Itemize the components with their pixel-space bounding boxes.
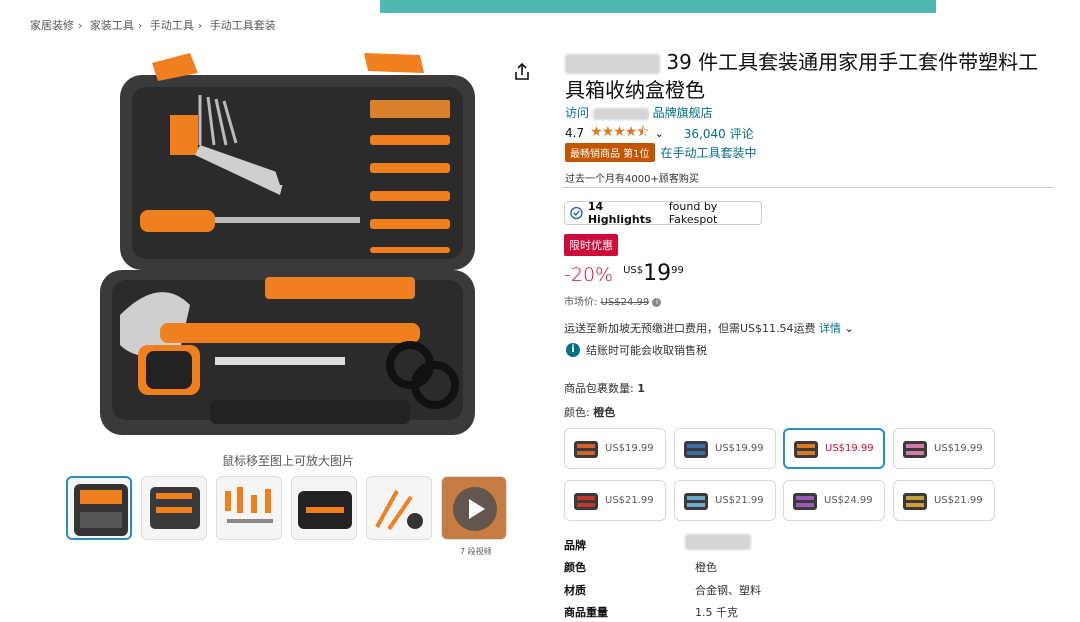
breadcrumb-separator-icon: › — [137, 19, 143, 32]
fakespot-count: 14 Highlights — [587, 200, 652, 226]
discount-percent: -20% — [564, 264, 614, 286]
color-option-price: US$19.99 — [605, 443, 654, 454]
toolkit-thumbnail-icon — [794, 440, 818, 458]
package-quantity-value: 1 — [637, 382, 645, 395]
list-price-value: US$24.99 — [600, 297, 650, 308]
toolkit-thumbnail-icon — [793, 492, 817, 510]
fakespot-suffix: found by Fakespot — [668, 200, 718, 226]
package-quantity-label: 商品包裹数量: — [564, 382, 634, 395]
color-selection-label: 颜色: 橙色 — [564, 404, 615, 420]
color-option-price: US$21.99 — [934, 495, 983, 506]
color-option[interactable]: US$19.99 — [893, 428, 995, 469]
color-option-price: US$19.99 — [934, 443, 983, 454]
share-icon[interactable] — [512, 62, 532, 82]
breadcrumb-item[interactable]: 家装工具 — [90, 19, 134, 32]
spec-value: 合金钢、塑料 — [695, 584, 761, 597]
store-link-suffix: 品牌旗舰店 — [652, 106, 713, 120]
shipping-text: 运送至新加坡无预缴进口费用，但需US$11.54运费 — [564, 322, 816, 335]
redacted-store-name — [592, 107, 649, 120]
color-option-price: US$21.99 — [605, 495, 654, 506]
store-link[interactable]: 访问 品牌旗舰店 — [565, 104, 713, 121]
color-option[interactable]: US$19.99 — [674, 428, 776, 469]
tax-note: i 结账时可能会收取销售税 — [566, 342, 707, 358]
fakespot-highlights-button[interactable]: 14 Highlights found by Fakespot — [564, 200, 762, 226]
spec-key: 商品重量 — [564, 606, 608, 619]
toolkit-thumbnail-icon — [574, 492, 598, 510]
tax-note-text: 结账时可能会收取销售税 — [586, 344, 707, 357]
color-option[interactable]: US$19.99 — [783, 428, 885, 469]
limited-deal-badge: 限时优惠 — [564, 234, 618, 256]
list-price-label: 市场价: — [564, 297, 598, 308]
divider — [563, 187, 1053, 188]
redacted-brand — [565, 53, 660, 74]
best-seller-badge[interactable]: 最畅销商品 第1位 — [565, 143, 655, 162]
breadcrumb: 家居装修 › 家装工具 › 手动工具 › 手动工具套装 — [30, 17, 276, 33]
shipping-info: 运送至新加坡无预缴进口费用，但需US$11.54运费 详情 ⌄ — [564, 320, 854, 336]
color-option[interactable]: US$24.99 — [783, 480, 885, 521]
toolkit-thumbnail-icon — [903, 440, 927, 458]
fakespot-check-icon — [570, 206, 583, 220]
thumbnail-strip — [66, 476, 516, 544]
chevron-down-icon[interactable]: ⌄ — [655, 127, 664, 140]
shipping-details-link[interactable]: 详情 — [819, 322, 841, 335]
bought-past-month: 过去一个月有4000+顾客购买 — [565, 174, 699, 185]
toolkit-thumbnail-icon — [684, 492, 708, 510]
color-option-price: US$21.99 — [715, 495, 764, 506]
rating-value: 4.7 — [565, 126, 585, 140]
price-whole: 19 — [643, 261, 672, 286]
spec-value: 橙色 — [695, 561, 717, 574]
toolkit-thumbnail-icon — [684, 440, 708, 458]
spec-key: 品牌 — [564, 539, 586, 552]
color-option[interactable]: US$21.99 — [893, 480, 995, 521]
best-seller-category-link[interactable]: 在手动工具套装中 — [661, 144, 757, 161]
video-count-label: 7 段视频 — [460, 547, 492, 556]
thumbnail-2[interactable] — [141, 476, 207, 540]
spec-key: 材质 — [564, 584, 586, 597]
promo-banner[interactable] — [380, 0, 936, 13]
breadcrumb-item[interactable]: 手动工具套装 — [210, 19, 276, 32]
store-link-prefix: 访问 — [565, 106, 590, 120]
info-icon[interactable]: i — [652, 297, 662, 307]
spec-value: 1.5 千克 — [695, 606, 738, 619]
color-option-price: US$19.99 — [825, 443, 874, 454]
price-currency: US$ — [623, 265, 644, 276]
list-price: 市场价: US$24.99 i — [564, 293, 662, 308]
color-option-price: US$19.99 — [715, 443, 764, 454]
price-fraction: 99 — [671, 265, 684, 276]
video-thumbnail[interactable] — [441, 476, 507, 540]
chevron-down-icon[interactable]: ⌄ — [845, 322, 854, 335]
toolkit-thumbnail-icon — [574, 440, 598, 458]
color-option[interactable]: US$21.99 — [564, 480, 666, 521]
color-option[interactable]: US$21.99 — [674, 480, 776, 521]
breadcrumb-item[interactable]: 家居装修 — [30, 19, 74, 32]
breadcrumb-item[interactable]: 手动工具 — [150, 19, 194, 32]
toolkit-thumbnail-icon — [903, 492, 927, 510]
thumbnail-5[interactable] — [366, 476, 432, 540]
zoom-hint: 鼠标移至图上可放大图片 — [222, 454, 355, 468]
review-count-link[interactable]: 36,040 评论 — [684, 125, 754, 142]
product-title: 39 件工具套装通用家用手工套件带塑料工具箱收纳盒橙色 — [565, 48, 1055, 104]
thumbnail-1[interactable] — [66, 476, 132, 540]
main-product-image[interactable] — [80, 45, 480, 445]
color-label: 颜色: — [564, 406, 590, 419]
color-option-price: US$24.99 — [824, 495, 873, 506]
rating-row: 4.7 ★★★★⯪ ⌄ 36,040 评论 — [565, 121, 754, 145]
info-icon: i — [566, 343, 580, 357]
breadcrumb-separator-icon: › — [78, 19, 83, 32]
breadcrumb-separator-icon: › — [197, 19, 203, 32]
thumbnail-3[interactable] — [216, 476, 282, 540]
price-row: -20% US$ 19 99 — [564, 261, 684, 287]
star-rating-icon[interactable]: ★★★★⯪ — [590, 121, 649, 145]
best-seller-row: 最畅销商品 第1位 在手动工具套装中 — [565, 143, 757, 162]
thumbnail-4[interactable] — [291, 476, 357, 540]
spec-key: 颜色 — [564, 561, 586, 574]
package-quantity: 商品包裹数量: 1 — [564, 380, 645, 396]
color-option[interactable]: US$19.99 — [564, 428, 666, 469]
spec-value-redacted — [685, 534, 751, 550]
color-value: 橙色 — [593, 406, 616, 419]
